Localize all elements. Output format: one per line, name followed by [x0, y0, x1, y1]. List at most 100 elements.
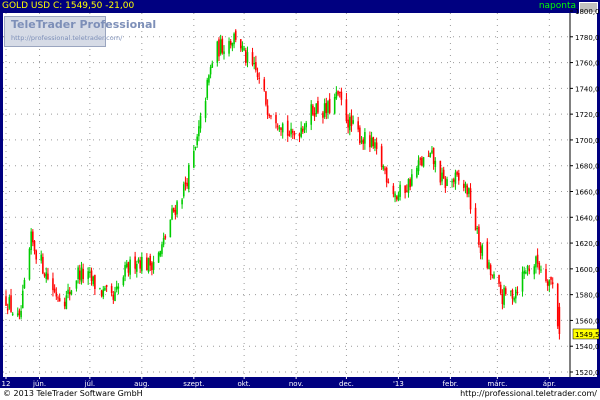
candle-body — [16, 313, 19, 316]
last-price-label: 1549,50 — [575, 331, 600, 339]
candle-body — [122, 277, 125, 286]
candle-body — [172, 207, 175, 212]
candle-body — [338, 91, 341, 93]
candle-body — [21, 290, 24, 309]
candle-body — [501, 294, 504, 305]
candle-body — [221, 38, 224, 53]
candle-body — [268, 115, 271, 117]
candle-body — [516, 291, 519, 293]
y-tick-label: 1740,00 — [575, 85, 600, 93]
candle-body — [503, 287, 505, 305]
candle-body — [498, 275, 500, 284]
candle-body — [52, 278, 54, 291]
candle-body — [186, 182, 188, 187]
candle-body — [149, 255, 152, 266]
candle-body — [521, 271, 524, 292]
candle-body — [394, 193, 396, 198]
candle-body — [322, 112, 324, 118]
candle-body — [333, 97, 336, 114]
x-tick-label: ápr. — [543, 380, 556, 388]
candle-body — [92, 276, 95, 285]
candle-body — [124, 265, 126, 277]
candle-body — [504, 288, 507, 295]
candle-body — [42, 256, 44, 274]
candle-body — [125, 263, 128, 268]
candle-body — [291, 130, 294, 133]
candle-body — [446, 179, 448, 186]
candle-body — [110, 286, 113, 294]
candle-body — [228, 41, 230, 54]
candle-body — [256, 73, 259, 78]
candle-body — [266, 105, 269, 115]
candle-body — [441, 172, 443, 182]
candle-body — [345, 99, 348, 122]
candle-body — [293, 132, 296, 136]
candle-body — [310, 104, 313, 125]
candle-body — [439, 160, 442, 183]
candle-body — [94, 275, 96, 290]
candle-body — [375, 142, 378, 149]
candle-body — [533, 266, 536, 275]
candle-body — [528, 268, 531, 272]
candle-body — [193, 150, 195, 168]
candle-body — [265, 91, 267, 105]
candle-body — [89, 271, 91, 273]
candle-body — [468, 188, 470, 194]
candle-body — [419, 158, 422, 160]
candle-body — [463, 183, 465, 189]
candle-body — [258, 77, 261, 79]
candle-body — [385, 167, 388, 183]
y-tick-label: 1700,00 — [575, 137, 600, 145]
candle-body — [204, 101, 207, 118]
candle-body — [456, 171, 458, 175]
candle-body — [5, 296, 7, 306]
candle-body — [451, 181, 453, 183]
candle-body — [416, 168, 418, 178]
candle-body — [246, 52, 249, 63]
candle-body — [431, 150, 433, 153]
candle-body — [422, 157, 425, 167]
candle-body — [194, 147, 197, 149]
y-tick-label: 1680,00 — [575, 163, 600, 171]
candle-body — [229, 41, 232, 45]
footer-url-link[interactable]: http://professional.teletrader.com/ — [460, 388, 597, 400]
candle-body — [493, 274, 495, 279]
candle-body — [479, 246, 482, 253]
candle-body — [134, 256, 136, 269]
candle-body — [523, 270, 525, 274]
candle-body — [357, 121, 359, 130]
candle-body — [275, 114, 277, 124]
candle-body — [67, 289, 69, 294]
candle-body — [432, 147, 435, 165]
candle-body — [536, 254, 539, 264]
candle-body — [30, 231, 32, 251]
candle-body — [352, 120, 354, 124]
x-tick-label: nov. — [289, 380, 304, 388]
candle-body — [509, 290, 512, 292]
candle-body — [187, 165, 190, 190]
candle-body — [105, 284, 108, 288]
candle-body — [87, 271, 89, 279]
candle-body — [129, 259, 131, 275]
candle-body — [55, 292, 58, 297]
candle-body — [77, 267, 79, 280]
candle-body — [8, 297, 11, 309]
y-tick-label: 1720,00 — [575, 111, 600, 119]
candle-body — [298, 133, 301, 137]
candle-body — [476, 228, 479, 230]
candle-body — [139, 260, 141, 269]
candle-body — [218, 39, 220, 57]
candle-body — [313, 113, 316, 117]
candle-body — [68, 291, 71, 295]
x-tick-label: febr. — [443, 380, 459, 388]
candle-body — [219, 39, 222, 54]
candle-body — [364, 132, 366, 144]
price-chart[interactable]: 1520,00 1540,00 1560,00 1580,00 1600,00 1620,… — [0, 0, 600, 400]
copyright-text: © 2013 TeleTrader Software GmbH — [3, 389, 143, 398]
candle-body — [43, 273, 46, 277]
candle-body — [223, 51, 225, 55]
candle-body — [411, 174, 413, 186]
candle-body — [151, 262, 153, 271]
candle-body — [231, 42, 234, 47]
candle-body — [147, 258, 150, 272]
